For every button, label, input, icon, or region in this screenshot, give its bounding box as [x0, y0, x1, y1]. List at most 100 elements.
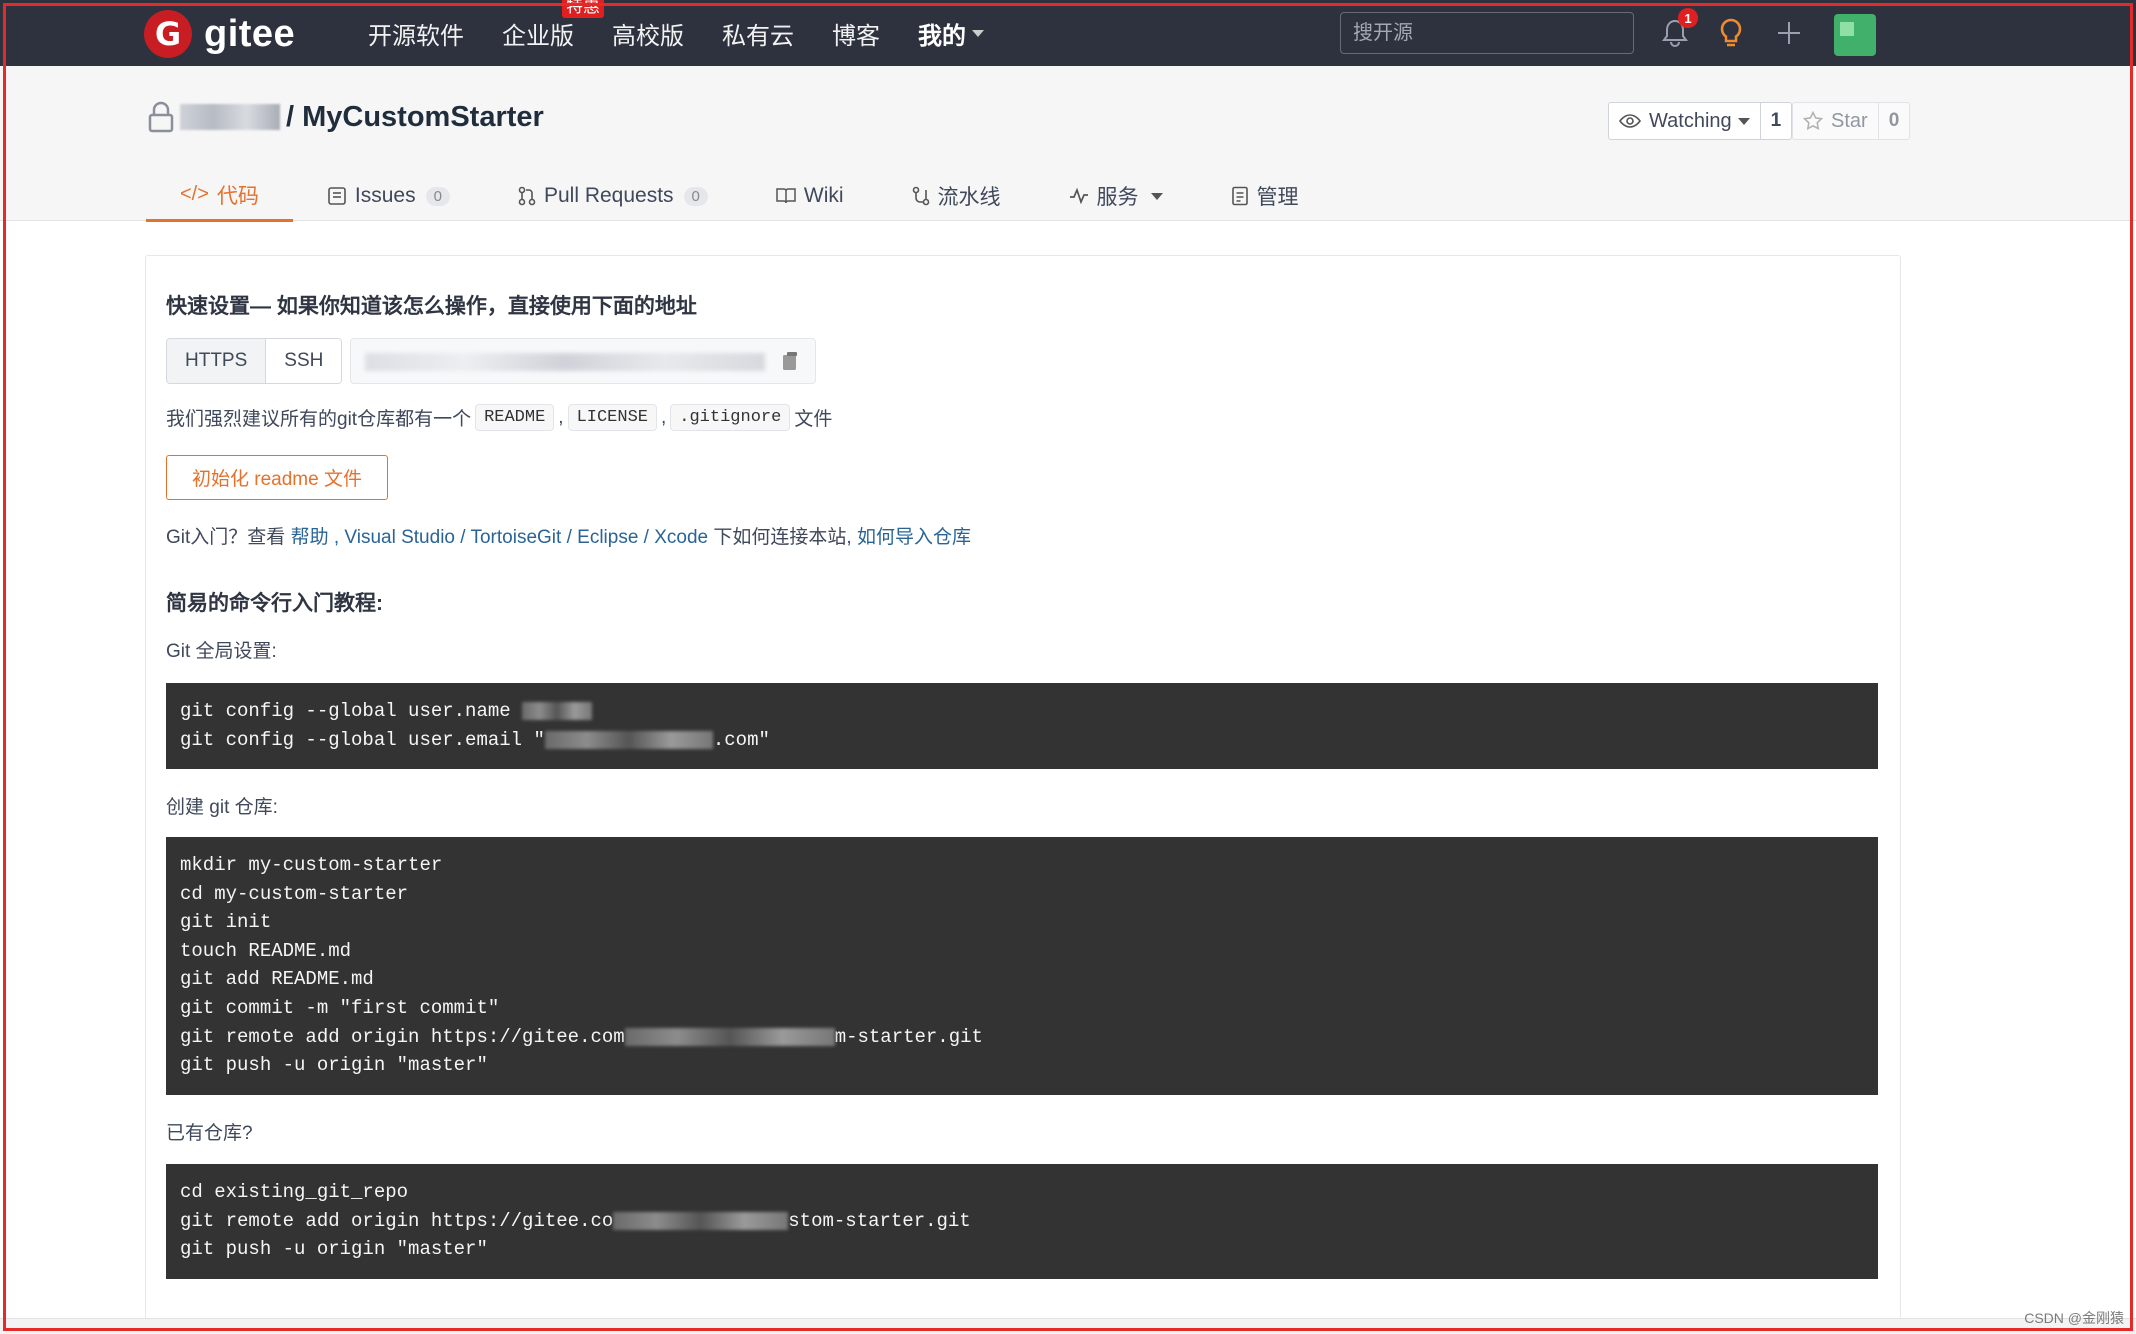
user-avatar[interactable]	[1834, 14, 1876, 56]
tab-label: 服务	[1096, 186, 1139, 209]
tab-manage[interactable]: 管理	[1197, 170, 1333, 222]
nav-item-label: 企业版	[502, 22, 574, 50]
tab-label: 管理	[1256, 186, 1299, 209]
main-nav: 开源软件 企业版 特惠 高校版 私有云 博客 我的	[368, 0, 1022, 66]
issues-count: 0	[425, 186, 450, 206]
code-line: git push -u origin "master"	[180, 1054, 488, 1077]
code-line: git push -u origin "master"	[180, 1238, 488, 1261]
recommend-suffix: 文件	[794, 409, 833, 430]
code-line: git config --global user.email "	[180, 728, 545, 751]
lock-icon	[148, 101, 174, 133]
nav-item-private-cloud[interactable]: 私有云	[722, 16, 794, 51]
nav-item-education[interactable]: 高校版	[612, 16, 684, 51]
code-line: git remote add origin https://gitee.co	[180, 1209, 614, 1232]
create-repo-label: 创建 git 仓库:	[166, 797, 278, 818]
email-redacted	[544, 730, 713, 749]
code-line: git init	[180, 911, 272, 934]
nav-item-enterprise[interactable]: 企业版 特惠	[502, 0, 604, 51]
code-line: git add README.md	[180, 968, 374, 991]
plus-icon	[1778, 22, 1800, 44]
issues-icon	[328, 187, 346, 205]
notification-button[interactable]: 1	[1656, 8, 1698, 52]
pull-request-icon	[518, 186, 536, 206]
tab-pull-requests[interactable]: Pull Requests 0	[484, 170, 742, 222]
clone-url-field[interactable]	[350, 338, 816, 384]
tab-code[interactable]: </> 代码	[146, 170, 293, 222]
idea-button[interactable]	[1712, 14, 1750, 52]
repo-path-redacted	[613, 1211, 789, 1230]
caret-down-icon	[1150, 192, 1163, 200]
watch-button[interactable]: Watching	[1608, 102, 1761, 140]
help-middle: 下如何连接本站,	[713, 527, 852, 548]
notification-count: 1	[1678, 8, 1698, 28]
existing-repo-label: 已有仓库?	[166, 1123, 253, 1144]
star-group: Star 0	[1792, 102, 1911, 140]
eye-icon	[1619, 114, 1641, 128]
tab-label: Wiki	[803, 184, 844, 207]
top-navbar: G gitee 开源软件 企业版 特惠 高校版 私有云 博客 我的 1	[0, 0, 2136, 66]
create-button[interactable]	[1770, 14, 1808, 52]
help-link[interactable]: 帮助	[291, 527, 329, 548]
visual-studio-link[interactable]: Visual Studio	[344, 527, 455, 548]
eclipse-link[interactable]: Eclipse	[577, 527, 638, 548]
tortoisegit-link[interactable]: TortoiseGit	[470, 527, 561, 548]
username-redacted	[522, 701, 593, 720]
repo-name[interactable]: / MyCustomStarter	[286, 101, 544, 134]
tab-label: Issues	[354, 184, 416, 207]
wiki-icon	[776, 188, 796, 204]
file-gitignore: .gitignore	[670, 404, 791, 431]
tab-issues[interactable]: Issues 0	[293, 170, 484, 222]
pipeline-icon	[912, 186, 929, 206]
star-button[interactable]: Star	[1792, 102, 1879, 140]
global-settings-label: Git 全局设置:	[166, 641, 277, 662]
import-repo-link[interactable]: 如何导入仓库	[857, 527, 971, 548]
nav-item-blog[interactable]: 博客	[832, 16, 880, 51]
code-line: git config --global user.name	[180, 700, 523, 722]
file-readme: README	[475, 404, 555, 431]
code-line: touch README.md	[180, 939, 352, 962]
tab-service[interactable]: 服务	[1035, 170, 1197, 222]
tutorial-title: 简易的命令行入门教程:	[166, 592, 383, 615]
code-line: git remote add origin https://gitee.com	[180, 1025, 625, 1048]
repo-title: / MyCustomStarter	[146, 100, 544, 134]
search-box[interactable]	[1340, 12, 1634, 54]
repo-owner-redacted[interactable]	[180, 104, 280, 130]
csdn-watermark: CSDN @金刚猿	[2024, 1310, 2124, 1326]
recommend-prefix: 我们强烈建议所有的git仓库都有一个	[166, 409, 472, 430]
search-input[interactable]	[1353, 21, 1621, 45]
tab-pipeline[interactable]: 流水线	[878, 170, 1035, 222]
repo-header: / MyCustomStarter Watching 1 Star 0 </> …	[0, 66, 2136, 222]
code-line: .com"	[712, 728, 770, 751]
watch-count[interactable]: 1	[1760, 102, 1793, 140]
ssh-button[interactable]: SSH	[266, 339, 342, 383]
sale-badge: 特惠	[562, 0, 604, 18]
star-icon	[1803, 111, 1823, 130]
caret-down-icon	[972, 29, 984, 37]
caret-down-icon	[1737, 117, 1750, 125]
xcode-link[interactable]: Xcode	[654, 527, 708, 548]
clone-url-redacted	[365, 353, 765, 371]
tab-wiki[interactable]: Wiki	[742, 170, 878, 222]
logo-mark: G	[144, 10, 192, 58]
git-help-line: Git入门？查看 帮助 , Visual Studio / TortoiseGi…	[166, 527, 971, 548]
logo-text: gitee	[204, 12, 296, 55]
star-count[interactable]: 0	[1878, 102, 1911, 140]
nav-item-open-source[interactable]: 开源软件	[368, 16, 464, 51]
code-line: git commit -m "first commit"	[180, 996, 500, 1019]
global-settings-code: git config --global user.name git config…	[166, 683, 1878, 769]
recommend-text: 我们强烈建议所有的git仓库都有一个 README, LICENSE, .git…	[166, 404, 832, 431]
https-button[interactable]: HTTPS	[167, 339, 267, 383]
create-repo-code: mkdir my-custom-starter cd my-custom-sta…	[166, 837, 1878, 1095]
nav-item-mine[interactable]: 我的	[918, 16, 984, 51]
watch-group: Watching 1	[1608, 102, 1793, 140]
bottom-strip	[0, 1318, 2136, 1334]
watch-label: Watching	[1649, 109, 1732, 132]
existing-repo-code: cd existing_git_repo git remote add orig…	[166, 1164, 1878, 1279]
init-readme-button[interactable]: 初始化 readme 文件	[166, 455, 388, 500]
protocol-switch: HTTPS SSH	[166, 338, 343, 384]
star-label: Star	[1831, 109, 1868, 132]
copy-icon[interactable]	[781, 350, 801, 372]
tab-label: 代码	[216, 184, 259, 208]
nav-item-label: 我的	[918, 22, 966, 50]
gitee-logo[interactable]: G gitee	[144, 10, 295, 58]
